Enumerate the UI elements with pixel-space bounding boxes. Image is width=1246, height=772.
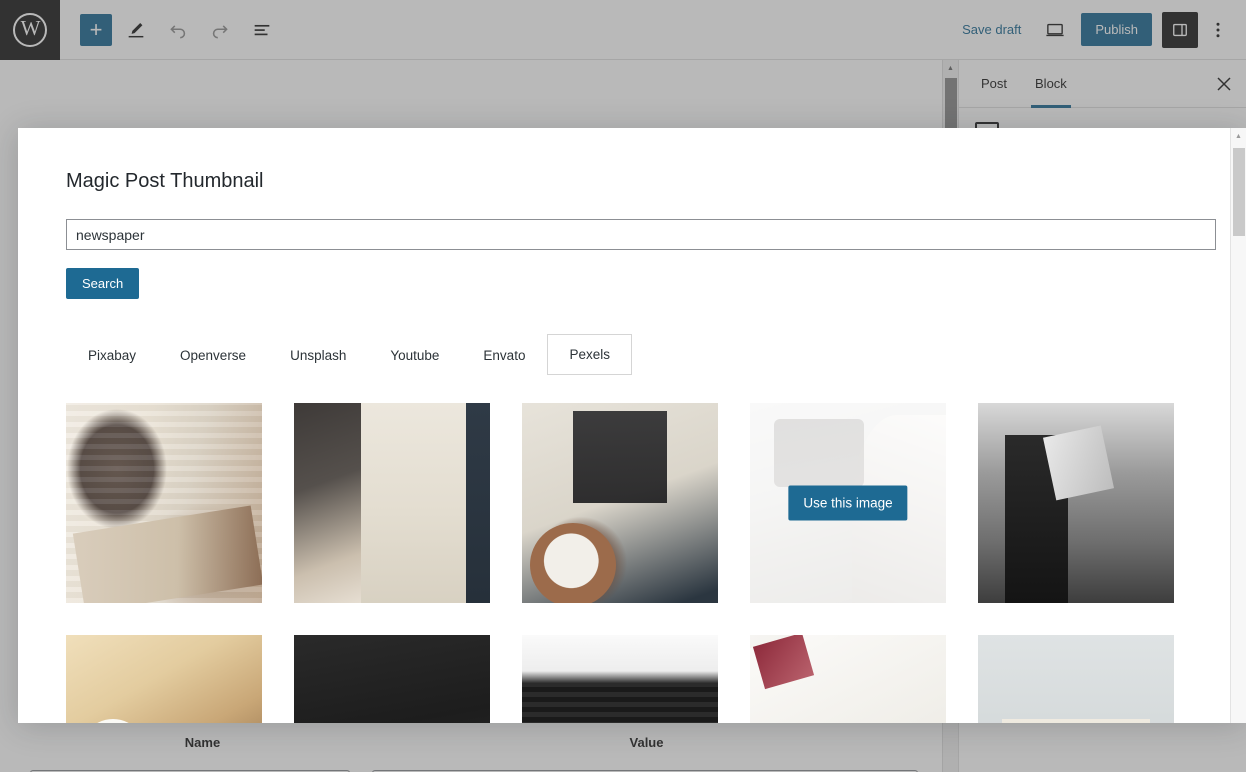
- search-row: Search: [66, 219, 1216, 299]
- modal-scroll-up-arrow-icon[interactable]: ▲: [1231, 128, 1246, 144]
- search-button[interactable]: Search: [66, 268, 140, 299]
- image-result-tile[interactable]: Use this image: [522, 403, 718, 603]
- tab-openverse[interactable]: Openverse: [158, 335, 268, 376]
- magic-post-thumbnail-modal: Magic Post Thumbnail Search Pixabay Open…: [18, 128, 1246, 723]
- image-result-tile[interactable]: Use this image: [66, 403, 262, 603]
- result-thumbnail-image: [522, 635, 718, 723]
- use-this-image-button[interactable]: Use this image: [788, 485, 908, 521]
- result-thumbnail-image: [750, 635, 946, 723]
- search-input[interactable]: [66, 219, 1216, 250]
- result-thumbnail-image: [66, 635, 262, 723]
- image-result-tile[interactable]: Use this image: [66, 635, 262, 723]
- modal-title: Magic Post Thumbnail: [66, 170, 264, 192]
- image-result-tile-hovered[interactable]: Use this image: [750, 403, 946, 603]
- image-result-tile[interactable]: Use this image: [294, 635, 490, 723]
- tab-envato[interactable]: Envato: [461, 335, 547, 376]
- image-source-tabs: Pixabay Openverse Unsplash Youtube Envat…: [66, 329, 1200, 375]
- tab-pexels[interactable]: Pexels: [547, 333, 632, 375]
- image-result-tile[interactable]: Use this image: [978, 403, 1174, 603]
- result-thumbnail-image: [294, 403, 490, 603]
- image-result-tile[interactable]: Use this image: [294, 403, 490, 603]
- image-result-tile[interactable]: Use this image: [522, 635, 718, 723]
- result-thumbnail-image: [978, 635, 1174, 723]
- tab-youtube[interactable]: Youtube: [368, 335, 461, 376]
- wordpress-block-editor-screen: W + Save draft Publish Name Value — Sele…: [0, 0, 1246, 772]
- tab-pixabay[interactable]: Pixabay: [66, 335, 158, 376]
- modal-scrollbar[interactable]: ▲: [1230, 128, 1246, 723]
- result-thumbnail-image: [294, 635, 490, 723]
- result-thumbnail-image: [522, 403, 718, 603]
- image-results-grid: Use this image Use this image Use this i…: [66, 403, 1216, 723]
- modal-inner-content: Magic Post Thumbnail Search Pixabay Open…: [18, 128, 1246, 723]
- result-thumbnail-image: [978, 403, 1174, 603]
- image-result-tile[interactable]: Use this image: [978, 635, 1174, 723]
- modal-scrollbar-thumb[interactable]: [1233, 148, 1245, 236]
- image-result-tile[interactable]: Use this image: [750, 635, 946, 723]
- result-thumbnail-image: [66, 403, 262, 603]
- tab-unsplash[interactable]: Unsplash: [268, 335, 368, 376]
